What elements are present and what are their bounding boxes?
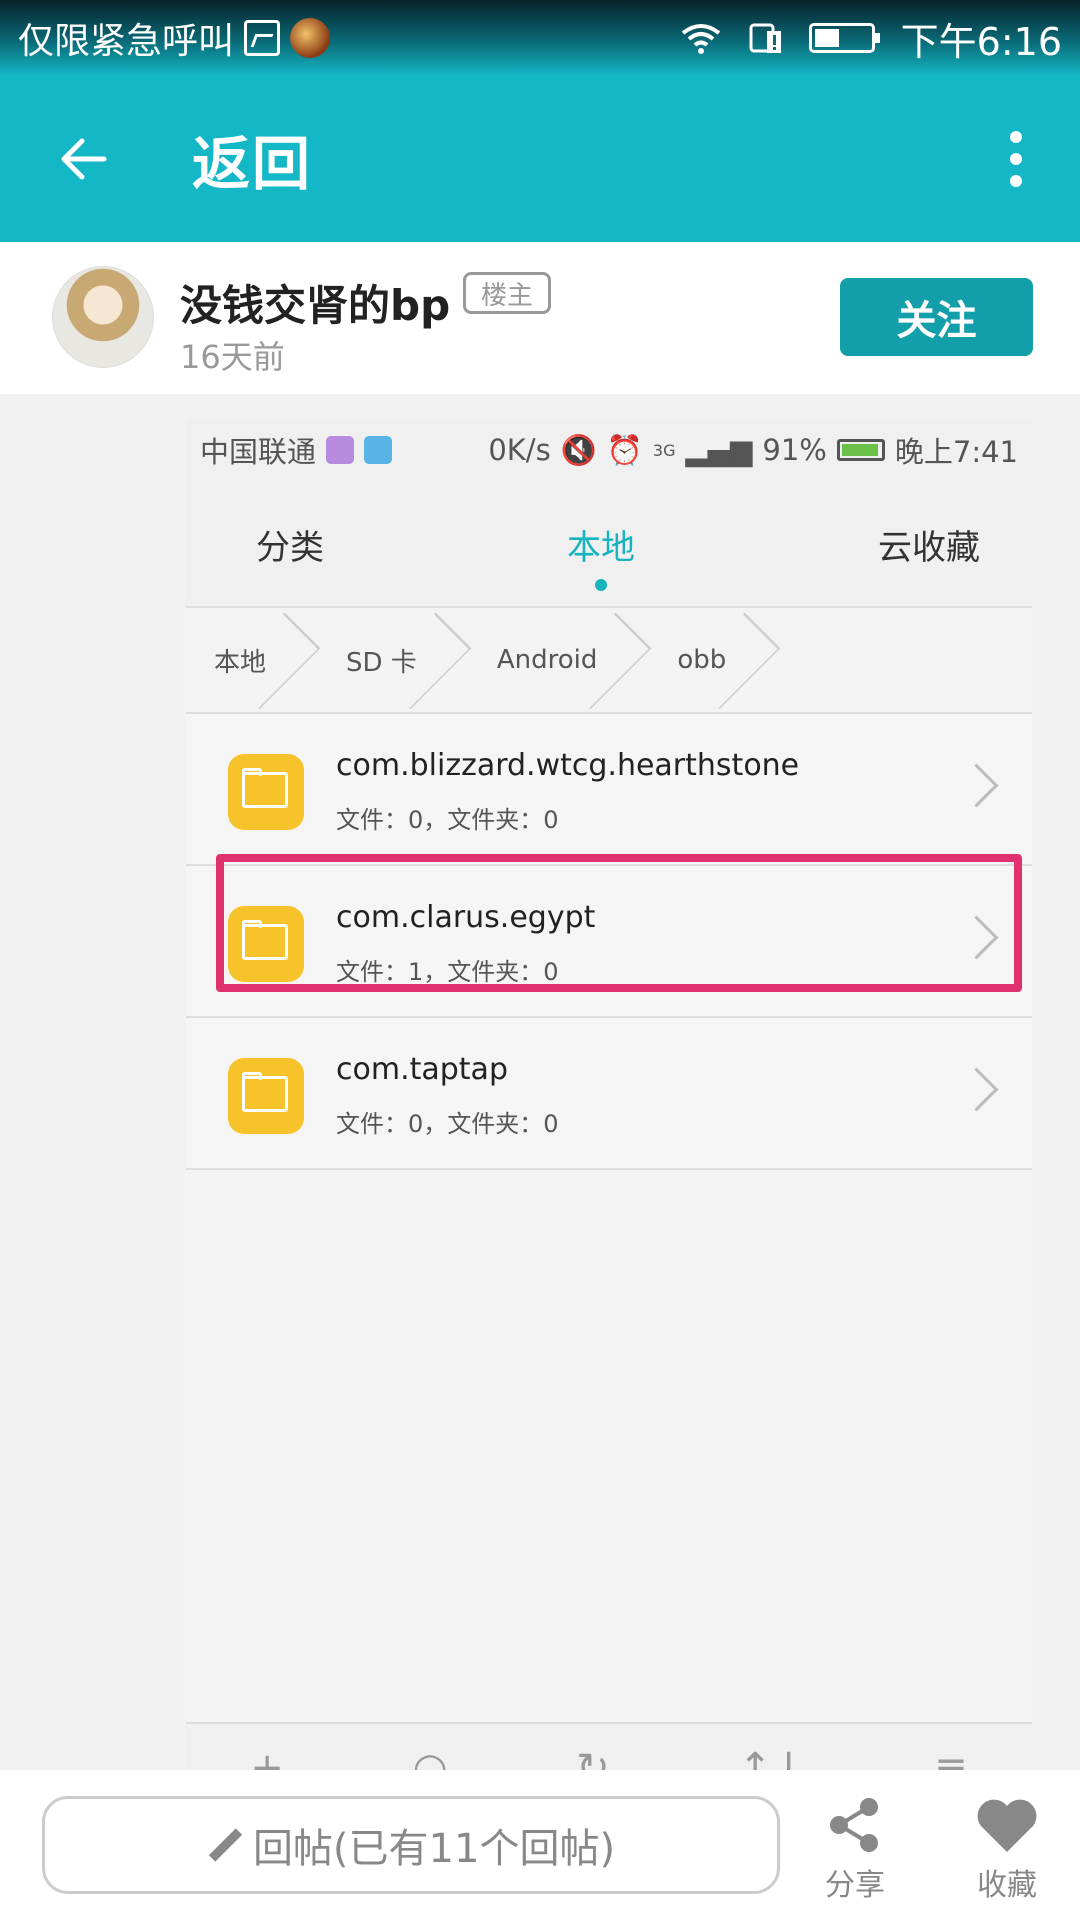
folder-row[interactable]: com.blizzard.wtcg.hearthstone 文件：0，文件夹：0 [186, 714, 1032, 866]
add-icon[interactable]: + [250, 1738, 284, 1772]
folder-name: com.blizzard.wtcg.hearthstone [336, 748, 800, 783]
embedded-screenshot[interactable]: 中国联通 0K/s 🔇 ⏰ 3G ▂▄▆ 91% 晚上7:41 分类 本地 云收… [186, 418, 1032, 1772]
op-badge: 楼主 [463, 272, 551, 314]
highlight-box [216, 854, 1022, 992]
breadcrumb-local[interactable]: 本地 [186, 608, 318, 712]
breadcrumb: 本地 SD 卡 Android obb [186, 606, 1032, 714]
share-button[interactable]: 分享 [800, 1790, 910, 1904]
favorite-label: 收藏 [977, 1868, 1037, 1903]
alarm-icon: ⏰ [606, 432, 643, 467]
carrier-text: 仅限紧急呼叫 [18, 21, 235, 62]
screenshot-bottom-toolbar: + ○ ↻ ↑↓ ≡ [186, 1722, 1032, 1772]
folder-icon [228, 1058, 304, 1134]
refresh-icon[interactable]: ↻ [576, 1738, 610, 1772]
reply-placeholder: 回帖(已有11个回帖) [252, 1826, 616, 1872]
post-time: 16天前 [180, 338, 285, 376]
author-name[interactable]: 没钱交肾的bp [180, 272, 450, 333]
chevron-right-icon [954, 763, 999, 808]
sim-notification-icon [364, 436, 393, 464]
screenshot-battery-icon [836, 439, 885, 461]
wifi-icon [681, 24, 720, 54]
battery-icon [808, 23, 880, 53]
screenshot-tabs: 分类 本地 云收藏 [186, 482, 1032, 606]
screenshot-carrier: 中国联通 [200, 435, 317, 469]
sort-icon[interactable]: ↑↓ [738, 1738, 805, 1772]
screenshot-battery-percent: 91% [762, 433, 827, 467]
follow-button[interactable]: 关注 [840, 278, 1033, 356]
sim-alert-icon [749, 23, 781, 53]
mute-icon: 🔇 [560, 432, 597, 467]
app-bar: 返回 [0, 76, 1080, 242]
breadcrumb-sd-card[interactable]: SD 卡 [318, 608, 469, 712]
tab-local[interactable]: 本地 [567, 520, 635, 591]
heart-icon [977, 1799, 1037, 1852]
share-icon [830, 1798, 878, 1852]
more-options-icon[interactable] [1010, 131, 1024, 187]
image-notification-icon [244, 20, 281, 56]
breadcrumb-android[interactable]: Android [469, 608, 650, 712]
search-icon[interactable]: ○ [413, 1738, 448, 1772]
gallery-notification-icon [326, 436, 355, 464]
pencil-icon [207, 1828, 241, 1862]
tab-cloud-favorites[interactable]: 云收藏 [878, 520, 980, 569]
folder-row[interactable]: com.taptap 文件：0，文件夹：0 [186, 1018, 1032, 1170]
author-avatar[interactable] [52, 266, 154, 368]
clock: 下午6:16 [900, 19, 1062, 64]
system-status-bar: 仅限紧急呼叫 下午6:16 [0, 0, 1080, 76]
folder-name: com.taptap [336, 1052, 508, 1087]
screenshot-status-bar: 中国联通 0K/s 🔇 ⏰ 3G ▂▄▆ 91% 晚上7:41 [186, 418, 1032, 482]
game-notification-icon [290, 18, 331, 58]
screenshot-clock: 晚上7:41 [894, 435, 1018, 469]
author-header: 没钱交肾的bp 楼主 16天前 关注 [0, 242, 1080, 394]
share-label: 分享 [825, 1868, 885, 1903]
chevron-right-icon [954, 1067, 999, 1112]
back-arrow-icon[interactable] [56, 131, 112, 187]
bottom-action-bar: 回帖(已有11个回帖) 分享 收藏 [0, 1770, 1080, 1920]
menu-icon[interactable]: ≡ [934, 1738, 968, 1772]
folder-meta: 文件：0，文件夹：0 [336, 806, 559, 834]
page-title[interactable]: 返回 [192, 117, 312, 201]
breadcrumb-obb[interactable]: obb [649, 608, 778, 712]
signal-icon: ▂▄▆ [685, 433, 753, 467]
folder-icon [228, 754, 304, 830]
screenshot-network-type: 3G [652, 440, 676, 460]
tab-category[interactable]: 分类 [256, 520, 324, 569]
screenshot-net-speed: 0K/s [488, 433, 551, 467]
folder-meta: 文件：0，文件夹：0 [336, 1110, 559, 1138]
reply-input[interactable]: 回帖(已有11个回帖) [42, 1796, 780, 1894]
favorite-button[interactable]: 收藏 [952, 1790, 1062, 1904]
